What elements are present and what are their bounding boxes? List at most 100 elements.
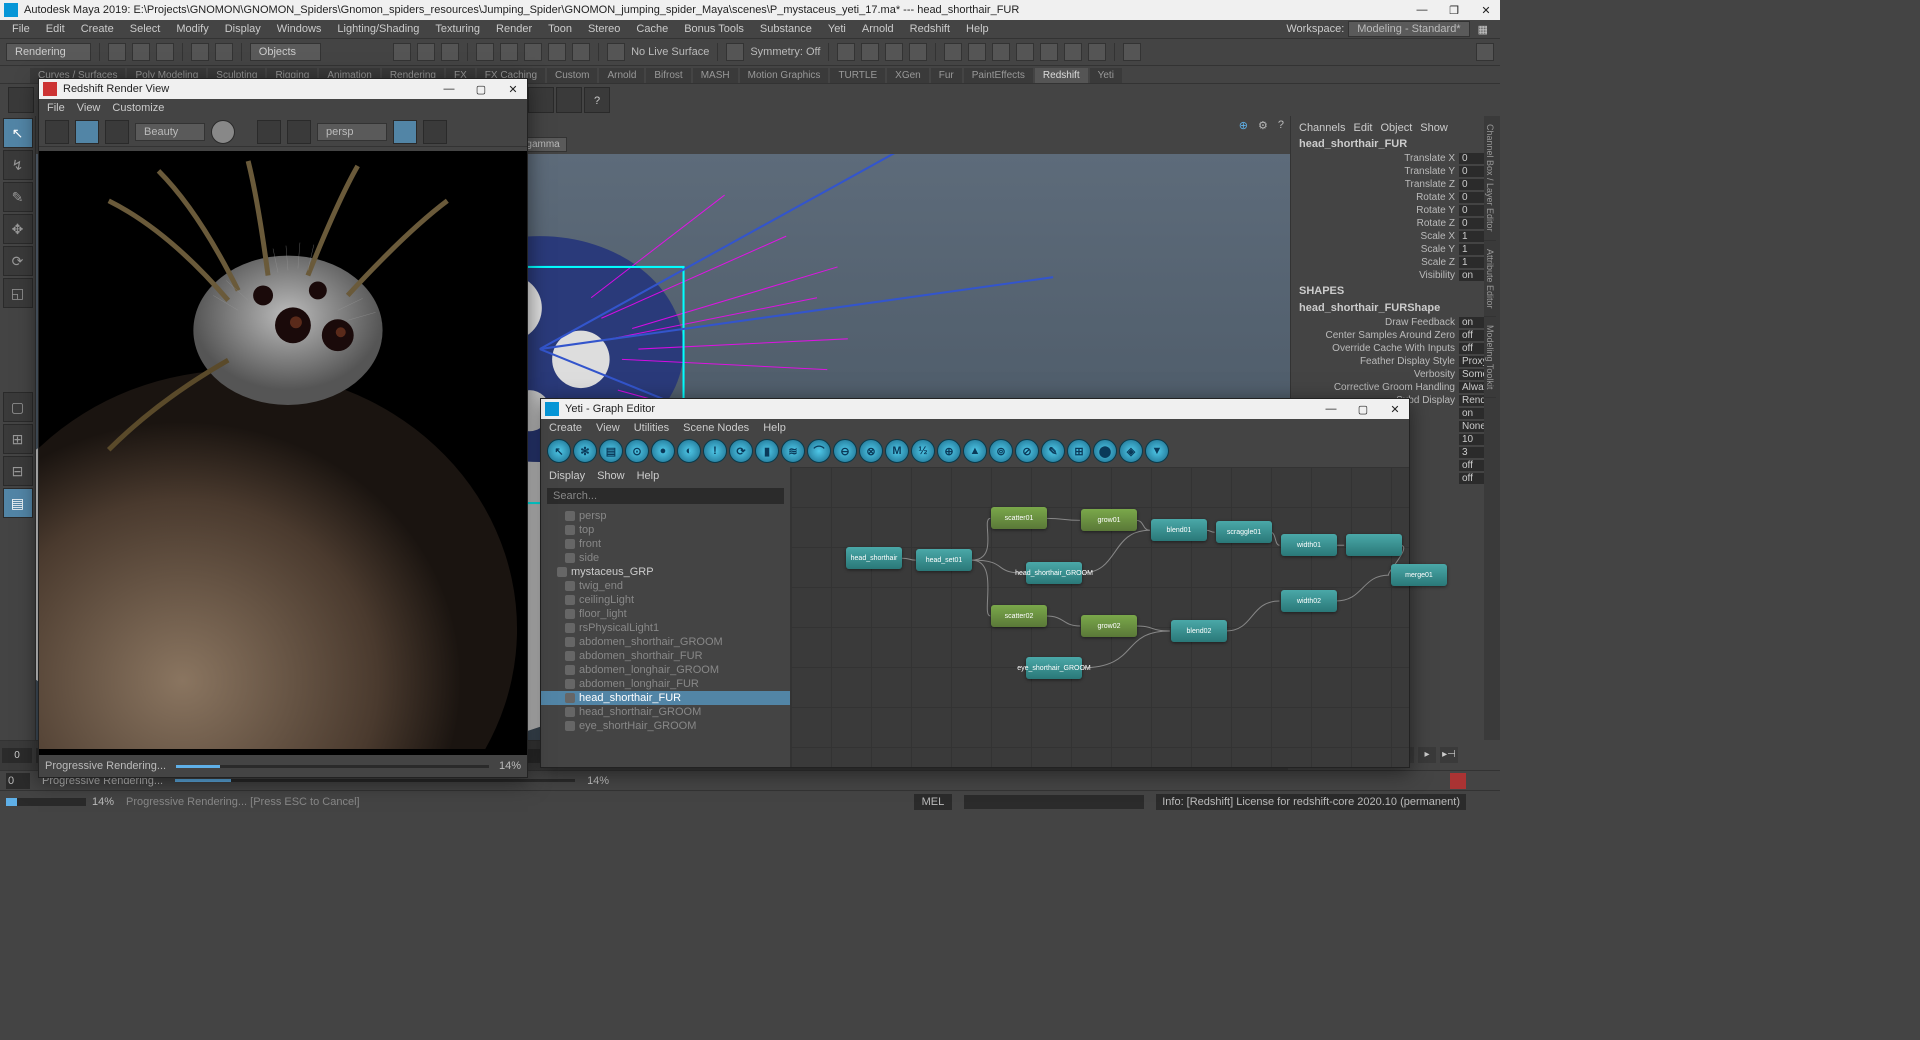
render-seq-icon[interactable] xyxy=(992,43,1010,61)
yeti-node-button-0[interactable]: ↖ xyxy=(547,439,571,463)
viewport-gear-icon[interactable]: ⚙ xyxy=(1258,119,1268,132)
tree-item[interactable]: head_shorthair_GROOM xyxy=(541,705,790,719)
yeti-node-button-1[interactable]: ✻ xyxy=(573,439,597,463)
menu-select[interactable]: Select xyxy=(122,22,169,36)
shelf-tab-fur[interactable]: Fur xyxy=(931,68,962,83)
scale-tool[interactable]: ◱ xyxy=(3,278,33,308)
chan-tab-show[interactable]: Show xyxy=(1420,122,1448,134)
key-icon[interactable] xyxy=(1450,773,1466,789)
range-start[interactable]: 0 xyxy=(6,773,30,789)
graph-node[interactable]: grow02 xyxy=(1081,615,1137,637)
yeti-node-button-20[interactable]: ⊞ xyxy=(1067,439,1091,463)
menu-help[interactable]: Help xyxy=(958,22,997,36)
construction2-icon[interactable] xyxy=(861,43,879,61)
construction3-icon[interactable] xyxy=(885,43,903,61)
yeti-close[interactable]: ✕ xyxy=(1385,403,1405,416)
render-menu-view[interactable]: View xyxy=(77,102,101,114)
timeline-start1[interactable]: 0 xyxy=(2,748,32,763)
camera-selector[interactable]: persp xyxy=(317,123,387,141)
yeti-outliner-help[interactable]: Help xyxy=(637,470,660,482)
yeti-node-button-11[interactable]: ⊖ xyxy=(833,439,857,463)
tree-item[interactable]: floor_light xyxy=(541,607,790,621)
menu-toon[interactable]: Toon xyxy=(540,22,580,36)
render-button[interactable] xyxy=(45,120,69,144)
graph-node[interactable]: head_shorthair_GROOM xyxy=(1026,562,1082,584)
yeti-node-button-18[interactable]: ⊘ xyxy=(1015,439,1039,463)
shape-attr-row[interactable]: Override Cache With Inputsoff xyxy=(1295,342,1496,355)
layout-two[interactable]: ⊟ xyxy=(3,456,33,486)
tree-item[interactable]: side xyxy=(541,551,790,565)
channel-node-name[interactable]: head_shorthair_FUR xyxy=(1295,136,1496,152)
yeti-node-button-5[interactable]: ◐ xyxy=(677,439,701,463)
graph-node[interactable]: blend02 xyxy=(1171,620,1227,642)
mel-label[interactable]: MEL xyxy=(914,794,953,810)
shelf-tab-paint[interactable]: PaintEffects xyxy=(964,68,1033,83)
tree-item[interactable]: ceilingLight xyxy=(541,593,790,607)
graph-node[interactable]: head_set01 xyxy=(916,549,972,571)
close-button[interactable]: ✕ xyxy=(1476,4,1496,17)
step-forward-button[interactable]: ▸ xyxy=(1418,747,1436,763)
shape-attr-row[interactable]: Center Samples Around Zerooff xyxy=(1295,329,1496,342)
paint-tool[interactable]: ✎ xyxy=(3,182,33,212)
shelf-tab-custom[interactable]: Custom xyxy=(547,68,597,83)
render-image[interactable] xyxy=(39,151,527,755)
minimize-button[interactable]: — xyxy=(1412,4,1432,17)
yeti-menu-create[interactable]: Create xyxy=(549,422,582,434)
shape-attr-row[interactable]: VerbositySome xyxy=(1295,368,1496,381)
menu-file[interactable]: File xyxy=(4,22,38,36)
yeti-outliner-display[interactable]: Display xyxy=(549,470,585,482)
select-tool[interactable]: ↖ xyxy=(3,118,33,148)
menu-edit[interactable]: Edit xyxy=(38,22,73,36)
render-maximize[interactable]: ▢ xyxy=(471,83,491,96)
yeti-node-button-6[interactable]: ! xyxy=(703,439,727,463)
menu-arnold[interactable]: Arnold xyxy=(854,22,902,36)
shelf-log-icon[interactable] xyxy=(556,87,582,113)
shelf-help-icon[interactable]: ? xyxy=(584,87,610,113)
tree-item[interactable]: abdomen_longhair_FUR xyxy=(541,677,790,691)
yeti-menu-help[interactable]: Help xyxy=(763,422,786,434)
workspace-selector[interactable]: Modeling - Standard* xyxy=(1348,21,1469,37)
open-scene-icon[interactable] xyxy=(132,43,150,61)
channel-row[interactable]: Translate Z0 xyxy=(1295,178,1496,191)
live2-icon[interactable] xyxy=(572,43,590,61)
shelf-tab-yeti[interactable]: Yeti xyxy=(1090,68,1122,83)
yeti-outliner-show[interactable]: Show xyxy=(597,470,625,482)
shelf-tab-bifrost[interactable]: Bifrost xyxy=(646,68,690,83)
aov-selector[interactable]: Beauty xyxy=(135,123,205,141)
graph-node[interactable]: scatter01 xyxy=(991,507,1047,529)
viewport-help-icon[interactable]: ? xyxy=(1278,119,1284,131)
menu-windows[interactable]: Windows xyxy=(269,22,330,36)
lock-button[interactable] xyxy=(393,120,417,144)
tree-item[interactable]: abdomen_longhair_GROOM xyxy=(541,663,790,677)
menu-cache[interactable]: Cache xyxy=(628,22,676,36)
menu-lighting[interactable]: Lighting/Shading xyxy=(329,22,427,36)
yeti-node-button-2[interactable]: ▤ xyxy=(599,439,623,463)
command-input[interactable] xyxy=(964,795,1144,809)
render-menu-file[interactable]: File xyxy=(47,102,65,114)
yeti-menu-scenenodes[interactable]: Scene Nodes xyxy=(683,422,749,434)
live-icon[interactable] xyxy=(548,43,566,61)
shape-attr-row[interactable]: Draw Feedbackon xyxy=(1295,316,1496,329)
yeti-node-button-21[interactable]: ⬤ xyxy=(1093,439,1117,463)
script-editor-icon[interactable] xyxy=(1478,794,1494,810)
graph-node[interactable]: width02 xyxy=(1281,590,1337,612)
graph-node[interactable]: scraggle01 xyxy=(1216,521,1272,543)
construction4-icon[interactable] xyxy=(909,43,927,61)
yeti-node-button-10[interactable]: ⌒ xyxy=(807,439,831,463)
menu-bonus[interactable]: Bonus Tools xyxy=(676,22,752,36)
shape-attr-row[interactable]: Corrective Groom HandlingAlways xyxy=(1295,381,1496,394)
shelf-tab-xgen[interactable]: XGen xyxy=(887,68,929,83)
yeti-node-button-19[interactable]: ✎ xyxy=(1041,439,1065,463)
tree-item[interactable]: persp xyxy=(541,509,790,523)
render-minimize[interactable]: — xyxy=(439,83,459,96)
channel-row[interactable]: Scale Y1 xyxy=(1295,243,1496,256)
symmetry-icon[interactable] xyxy=(726,43,744,61)
render-settings-icon[interactable] xyxy=(1123,43,1141,61)
graph-node[interactable]: grow01 xyxy=(1081,509,1137,531)
snap-grid-icon[interactable] xyxy=(393,43,411,61)
layout-four[interactable]: ⊞ xyxy=(3,424,33,454)
lasso-tool[interactable]: ↯ xyxy=(3,150,33,180)
shelf-tab-mash[interactable]: MASH xyxy=(693,68,738,83)
menu-yeti[interactable]: Yeti xyxy=(820,22,854,36)
selection-mode[interactable]: Objects xyxy=(250,43,321,61)
